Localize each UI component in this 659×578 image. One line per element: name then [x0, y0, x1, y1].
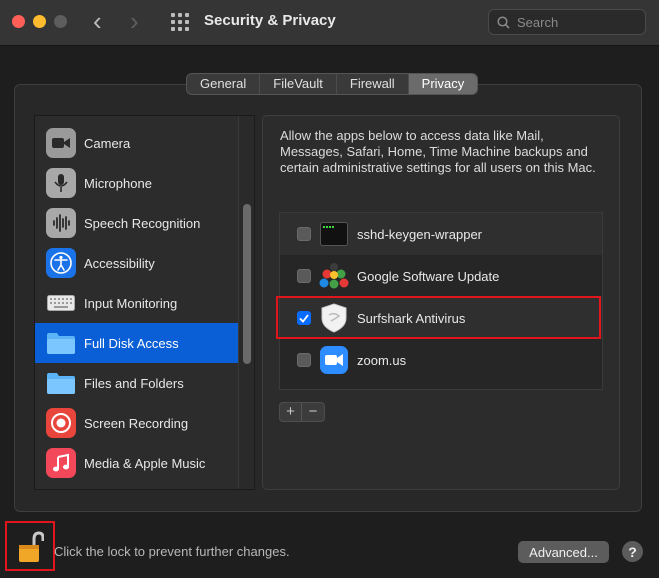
accessibility-icon: [46, 248, 76, 278]
forward-chevron-icon[interactable]: ›: [130, 8, 139, 34]
unlocked-padlock-icon[interactable]: [18, 531, 44, 563]
app-checkbox-checked[interactable]: [297, 311, 311, 325]
app-checkbox[interactable]: [297, 269, 311, 283]
help-button[interactable]: ?: [622, 541, 643, 562]
camera-icon: [46, 128, 76, 158]
folder-icon: [46, 368, 76, 398]
app-name: Surfshark Antivirus: [357, 310, 466, 326]
app-name: sshd-keygen-wrapper: [357, 226, 483, 242]
zoom-icon: [319, 345, 349, 375]
tab-firewall[interactable]: Firewall: [337, 74, 409, 94]
sidebar-item-microphone[interactable]: Microphone: [35, 163, 239, 203]
surfshark-shield-icon: [319, 303, 349, 333]
tab-general[interactable]: General: [187, 74, 261, 94]
sidebar-item-files-and-folders[interactable]: Files and Folders: [35, 363, 239, 403]
sidebar-item-label: Full Disk Access: [84, 335, 179, 351]
microphone-icon: [46, 168, 76, 198]
sidebar-item-label: Speech Recognition: [84, 215, 201, 231]
app-row-zoom[interactable]: zoom.us: [280, 339, 602, 381]
advanced-button[interactable]: Advanced...: [518, 541, 609, 563]
permission-description: Allow the apps below to access data like…: [280, 128, 596, 175]
title-bar: ‹ › Security & Privacy: [0, 0, 659, 46]
window-title: Security & Privacy: [204, 12, 336, 29]
segmented-tabs: General FileVault Firewall Privacy: [186, 73, 479, 95]
zoom-window-button[interactable]: [54, 15, 67, 28]
folder-icon: [46, 328, 76, 358]
add-app-button[interactable]: +: [280, 403, 302, 421]
terminal-icon: [319, 219, 349, 249]
keyboard-icon: [46, 288, 76, 318]
checkmark-icon: [299, 313, 309, 323]
sidebar-item-input-monitoring[interactable]: Input Monitoring: [35, 283, 239, 323]
google-update-icon: [319, 261, 349, 291]
app-name: Google Software Update: [357, 268, 500, 284]
sidebar-item-label: Microphone: [84, 175, 152, 191]
sidebar-scrollbar[interactable]: [238, 116, 254, 489]
app-row-sshd-keygen-wrapper[interactable]: sshd-keygen-wrapper: [280, 213, 602, 255]
app-checkbox[interactable]: [297, 227, 311, 241]
tab-filevault[interactable]: FileVault: [260, 74, 337, 94]
search-field[interactable]: [488, 9, 646, 35]
show-all-grid-icon[interactable]: [171, 13, 189, 31]
back-chevron-icon[interactable]: ‹: [93, 8, 102, 34]
search-icon: [497, 16, 510, 29]
sidebar-item-screen-recording[interactable]: Screen Recording: [35, 403, 239, 443]
scrollbar-thumb[interactable]: [243, 204, 251, 364]
app-row-google-software-update[interactable]: Google Software Update: [280, 255, 602, 297]
sidebar-item-full-disk-access[interactable]: Full Disk Access: [35, 323, 239, 363]
sidebar-item-accessibility[interactable]: Accessibility: [35, 243, 239, 283]
remove-app-button[interactable]: −: [302, 403, 324, 421]
sidebar-item-label: Screen Recording: [84, 415, 189, 431]
sidebar-item-label: Camera: [84, 135, 131, 151]
sidebar-item-speech-recognition[interactable]: Speech Recognition: [35, 203, 239, 243]
sidebar-item-label: Input Monitoring: [84, 295, 178, 311]
close-window-button[interactable]: [12, 15, 25, 28]
sidebar-item-label: Files and Folders: [84, 375, 184, 391]
app-row-surfshark-antivirus[interactable]: Surfshark Antivirus: [280, 297, 602, 339]
app-checkbox[interactable]: [297, 353, 311, 367]
app-permission-list[interactable]: sshd-keygen-wrapper Google Software Upda…: [279, 212, 603, 390]
minimize-window-button[interactable]: [33, 15, 46, 28]
privacy-category-list[interactable]: Camera Microphone Speech Recognition Acc…: [34, 115, 255, 490]
sidebar-item-media-apple-music[interactable]: Media & Apple Music: [35, 443, 239, 483]
app-name: zoom.us: [357, 352, 407, 368]
lock-highlight-box: [5, 521, 55, 571]
add-remove-control: + −: [279, 402, 325, 422]
search-input[interactable]: [517, 13, 641, 31]
sidebar-item-camera[interactable]: Camera: [35, 123, 239, 163]
music-icon: [46, 448, 76, 478]
speech-waveform-icon: [46, 208, 76, 238]
screen-recording-icon: [46, 408, 76, 438]
lock-status-text: Click the lock to prevent further change…: [54, 544, 290, 559]
sidebar-item-label: Accessibility: [84, 255, 155, 271]
tab-privacy[interactable]: Privacy: [408, 74, 478, 94]
sidebar-item-label: Media & Apple Music: [84, 455, 206, 471]
